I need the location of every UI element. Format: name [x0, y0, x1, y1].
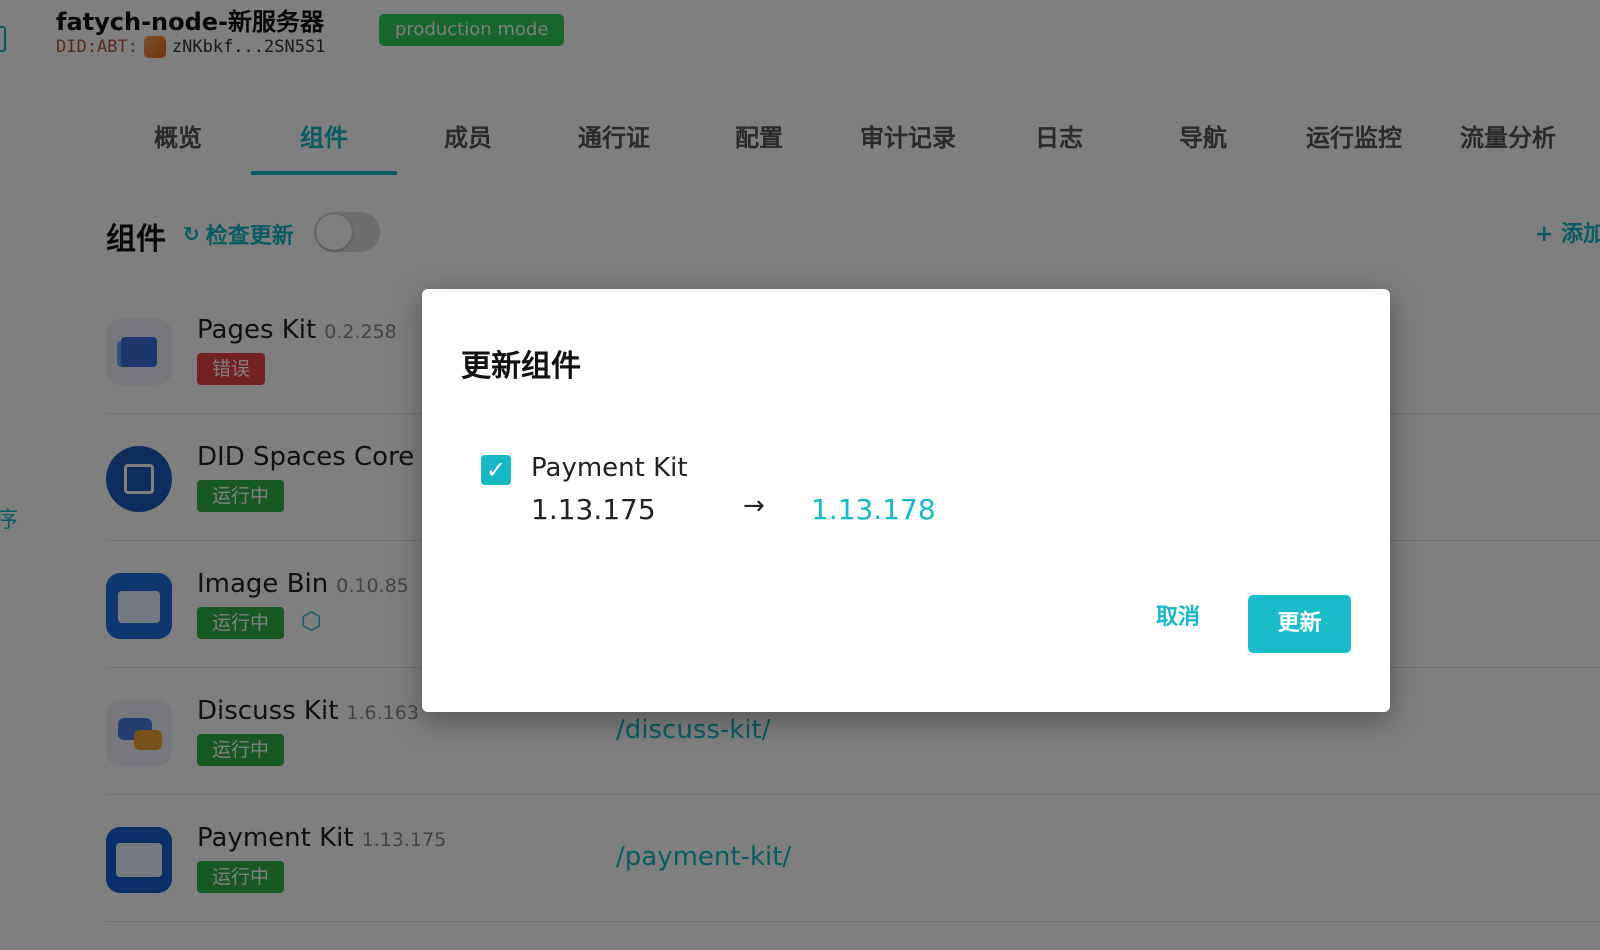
cancel-button[interactable]: 取消	[1140, 589, 1216, 647]
update-button[interactable]: 更新	[1248, 595, 1351, 653]
dialog-title: 更新组件	[461, 349, 581, 384]
current-version: 1.13.175	[531, 493, 656, 526]
component-checkbox[interactable]: ✓	[481, 455, 511, 485]
arrow-right-icon: →	[743, 491, 765, 521]
target-version: 1.13.178	[811, 493, 936, 526]
update-item-name: Payment Kit	[531, 453, 688, 483]
update-component-dialog: 更新组件 ✓ Payment Kit 1.13.175 → 1.13.178 取…	[422, 289, 1390, 712]
